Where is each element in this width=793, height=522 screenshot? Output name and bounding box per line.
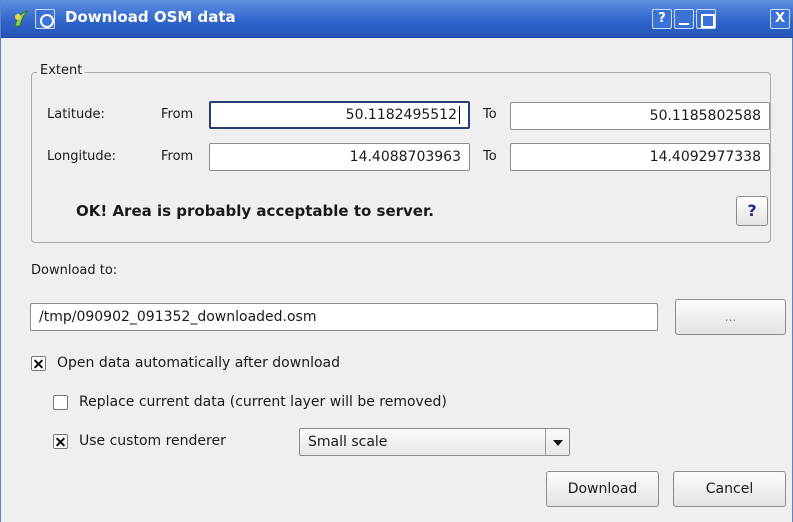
window-menu-icon[interactable] [35, 9, 55, 29]
qgis-logo-icon [14, 9, 29, 27]
download-path-input[interactable]: /tmp/090902_091352_downloaded.osm [30, 303, 658, 331]
latitude-from-value: 50.1182495512 [345, 107, 457, 123]
cancel-button[interactable]: Cancel [673, 471, 786, 507]
download-button[interactable]: Download [546, 471, 659, 507]
latitude-label: Latitude: [47, 107, 105, 122]
latitude-to-label: To [483, 107, 497, 122]
extent-help-button[interactable]: ? [736, 196, 768, 226]
browse-button[interactable]: ... [675, 299, 786, 335]
custom-renderer-label[interactable]: Use custom renderer [79, 433, 226, 449]
latitude-from-label: From [161, 107, 194, 122]
maximize-button[interactable] [696, 9, 716, 29]
longitude-from-label: From [161, 149, 194, 164]
longitude-label: Longitude: [47, 149, 117, 164]
longitude-to-label: To [483, 149, 497, 164]
custom-renderer-checkbox[interactable] [53, 434, 68, 449]
close-button[interactable]: X [770, 9, 790, 29]
longitude-to-input[interactable]: 14.4092977338 [510, 143, 770, 171]
title-help-button[interactable]: ? [652, 9, 672, 29]
window-title: Download OSM data [65, 8, 236, 26]
extent-legend: Extent [37, 63, 86, 78]
latitude-to-input[interactable]: 50.1185802588 [510, 102, 770, 130]
chevron-down-icon[interactable] [545, 429, 569, 455]
renderer-select[interactable]: Small scale [299, 428, 570, 456]
text-caret [459, 106, 460, 124]
download-to-label: Download to: [31, 263, 118, 278]
title-bar[interactable]: Download OSM data ? X [1, 0, 793, 38]
replace-data-checkbox[interactable] [53, 395, 68, 410]
open-auto-label[interactable]: Open data automatically after download [57, 355, 340, 371]
minimize-button[interactable] [674, 9, 694, 29]
extent-status-message: OK! Area is probably acceptable to serve… [76, 202, 434, 220]
replace-data-label[interactable]: Replace current data (current layer will… [79, 394, 447, 410]
longitude-from-input[interactable]: 14.4088703963 [209, 143, 470, 171]
renderer-selected-value: Small scale [308, 434, 388, 450]
download-osm-dialog: Download OSM data ? X Extent Latitude: F… [0, 0, 793, 522]
latitude-from-input[interactable]: 50.1182495512 [209, 101, 470, 129]
open-auto-checkbox[interactable] [31, 356, 46, 371]
